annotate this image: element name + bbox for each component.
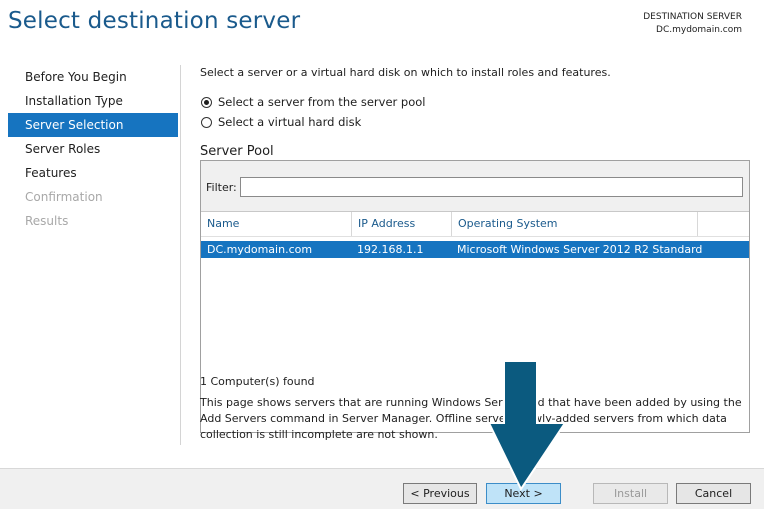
nav-item-before-you-begin[interactable]: Before You Begin (8, 65, 178, 89)
nav-item-confirmation: Confirmation (25, 190, 103, 204)
nav-item-features[interactable]: Features (8, 161, 178, 185)
nav-item-server-roles[interactable]: Server Roles (8, 137, 178, 161)
option-server-pool[interactable]: Select a server from the server pool (201, 95, 425, 109)
down-arrow-icon (487, 361, 567, 491)
option-virtual-hard-disk-label: Select a virtual hard disk (218, 115, 362, 129)
info-text-line-1: This page shows servers that are running… (200, 396, 742, 409)
wizard-footer: < Previous Next > Install Cancel (0, 468, 764, 509)
radio-server-pool[interactable] (201, 96, 212, 108)
column-header-name[interactable]: Name (201, 212, 352, 236)
computers-found-count: 1 Computer(s) found (200, 375, 315, 388)
info-text-line-2: Add Servers command in Server Manager. O… (200, 412, 727, 425)
info-text-line-3: collection is still incomplete are not s… (200, 428, 438, 441)
filter-bar: Filter: (201, 161, 749, 212)
option-server-pool-label: Select a server from the server pool (218, 95, 426, 109)
destination-server-value: DC.mydomain.com (656, 25, 742, 35)
nav-item-server-selection[interactable]: Server Selection (8, 113, 178, 137)
column-header-ip-address[interactable]: IP Address (352, 212, 452, 236)
filter-label: Filter: (206, 181, 237, 194)
server-pool-title: Server Pool (200, 144, 274, 159)
nav-item-results: Results (25, 214, 69, 228)
nav-divider (180, 65, 181, 445)
radio-virtual-hard-disk[interactable] (201, 116, 212, 128)
wizard-nav: Before You Begin Installation Type Serve… (8, 65, 178, 233)
column-header-operating-system[interactable]: Operating System (452, 212, 698, 236)
page-title: Select destination server (8, 8, 301, 34)
previous-button[interactable]: < Previous (403, 483, 477, 504)
table-row[interactable]: DC.mydomain.com 192.168.1.1 Microsoft Wi… (201, 241, 749, 258)
option-virtual-hard-disk[interactable]: Select a virtual hard disk (201, 115, 361, 129)
info-text: This page shows servers that are running… (200, 395, 752, 443)
cell-ip-address: 192.168.1.1 (357, 243, 424, 256)
destination-server: DESTINATION SERVER DC.mydomain.com (643, 11, 742, 37)
cell-name: DC.mydomain.com (207, 243, 313, 256)
server-pool-panel: Filter: Name IP Address Operating System… (200, 160, 750, 433)
filter-input[interactable] (240, 177, 743, 197)
cancel-button[interactable]: Cancel (676, 483, 751, 504)
table-header: Name IP Address Operating System (201, 212, 749, 237)
cell-operating-system: Microsoft Windows Server 2012 R2 Standar… (457, 243, 703, 256)
nav-item-installation-type[interactable]: Installation Type (8, 89, 178, 113)
install-button: Install (593, 483, 668, 504)
destination-server-label: DESTINATION SERVER (643, 12, 742, 22)
page-description: Select a server or a virtual hard disk o… (200, 66, 611, 79)
